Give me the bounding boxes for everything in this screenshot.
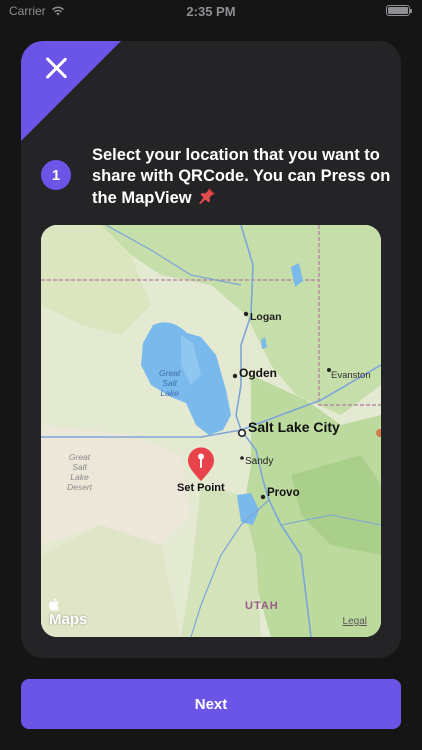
map-label-ogden: Ogden bbox=[239, 366, 277, 380]
map-label-sandy: Sandy bbox=[245, 456, 274, 467]
pin-label: Set Point bbox=[177, 482, 225, 494]
map-pin-icon bbox=[188, 447, 214, 481]
step-number-badge: 1 bbox=[41, 160, 71, 190]
map-label-evanston: Evanston bbox=[331, 370, 371, 381]
location-pin[interactable] bbox=[187, 444, 215, 482]
map-label-salt-lake-city: Salt Lake City bbox=[248, 419, 340, 435]
pushpin-icon bbox=[198, 187, 216, 211]
apple-logo-icon bbox=[49, 598, 59, 611]
step-instruction: Select your location that you want to sh… bbox=[92, 145, 392, 211]
close-icon[interactable] bbox=[41, 53, 71, 83]
map-label-logan: Logan bbox=[250, 311, 282, 323]
map-label-great-salt-lake: Great Salt Lake bbox=[159, 368, 181, 398]
battery-icon bbox=[386, 5, 412, 16]
next-button[interactable]: Next bbox=[21, 679, 401, 729]
status-bar: Carrier 2:35 PM bbox=[0, 0, 422, 22]
location-card: 1 Select your location that you want to … bbox=[21, 41, 401, 658]
corner-accent bbox=[21, 41, 121, 141]
status-time: 2:35 PM bbox=[186, 4, 236, 19]
map-view[interactable]: Logan Ogden Evanston Salt Lake City Sand… bbox=[41, 225, 381, 637]
maps-brand: Maps bbox=[49, 598, 87, 628]
map-label-great-salt-lake-desert: Great Salt Lake Desert bbox=[67, 452, 93, 492]
legal-link[interactable]: Legal bbox=[343, 616, 367, 627]
instruction-text: Select your location that you want to sh… bbox=[92, 146, 391, 207]
map-label-state: UTAH bbox=[245, 600, 279, 612]
maps-brand-label: Maps bbox=[49, 611, 88, 628]
map-label-provo: Provo bbox=[267, 487, 300, 499]
